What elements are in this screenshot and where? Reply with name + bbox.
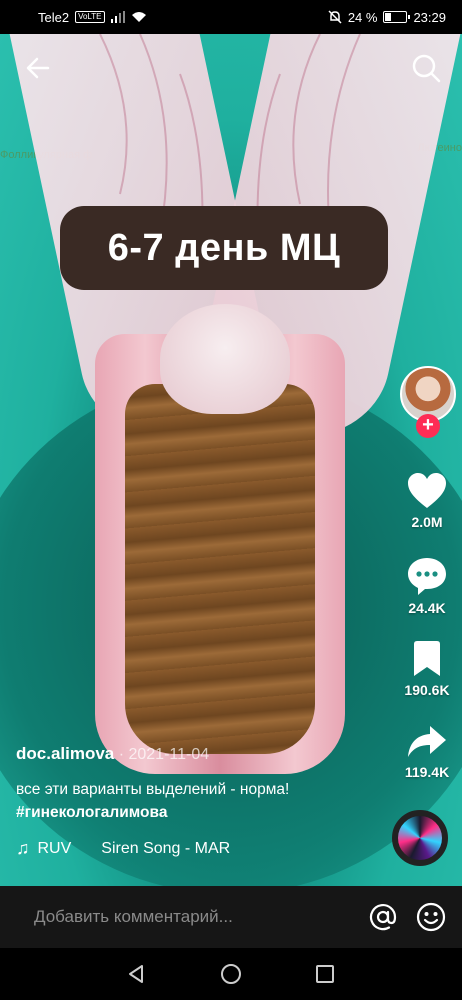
music-disc[interactable]	[392, 810, 448, 866]
save-count: 190.6K	[404, 682, 450, 698]
carrier-name: Tele2	[38, 9, 70, 25]
anatomy-cervix	[160, 304, 290, 414]
mention-button[interactable]	[368, 902, 398, 932]
share-count: 119.4K	[404, 764, 450, 780]
comment-icon	[408, 558, 446, 595]
arrow-left-icon	[26, 57, 50, 79]
volte-badge: VoLTE	[75, 11, 105, 23]
battery-fill	[385, 13, 391, 21]
comment-count: 24.4K	[408, 600, 446, 616]
wifi-icon	[131, 12, 146, 22]
hashtag-link[interactable]: #гинекологалимова	[16, 804, 167, 821]
post-date: 2021-11-04	[128, 746, 210, 763]
save-button[interactable]: 190.6K	[392, 640, 462, 698]
music-title: Siren Song - MAR	[101, 839, 231, 857]
clock: 23:29	[413, 9, 446, 25]
anatomy-discharge	[125, 384, 315, 754]
video-caption: 6-7 день МЦ	[107, 226, 341, 269]
comment-input[interactable]: Добавить комментарий...	[34, 907, 350, 927]
smiley-icon	[416, 902, 446, 932]
description-text: все эти варианты выделений - норма!	[16, 781, 290, 798]
separator-dot: ·	[114, 746, 129, 763]
search-icon	[412, 54, 441, 83]
like-count: 2.0M	[411, 514, 443, 530]
share-arrow-icon	[408, 726, 446, 757]
author-line: doc.alimova · 2021-11-04	[16, 744, 376, 764]
post-info: doc.alimova · 2021-11-04 все эти вариант…	[16, 744, 376, 859]
emoji-button[interactable]	[416, 902, 446, 932]
status-bar: Tele2 VoLTE 24 % 23:29	[0, 0, 462, 34]
share-button[interactable]: 119.4K	[392, 724, 462, 780]
author-name[interactable]: doc.alimova	[16, 744, 114, 763]
comment-button[interactable]: 24.4K	[392, 556, 462, 616]
follow-button[interactable]: +	[416, 414, 440, 438]
comment-bar[interactable]: Добавить комментарий...	[0, 886, 462, 948]
back-triangle-icon[interactable]	[127, 964, 147, 984]
bookmark-icon	[414, 641, 440, 676]
back-button[interactable]	[20, 50, 56, 86]
mute-icon	[328, 10, 342, 24]
battery-icon	[383, 11, 411, 23]
video-caption-box: 6-7 день МЦ	[60, 206, 388, 290]
status-right: 24 % 23:29	[328, 10, 446, 25]
status-left: Tele2 VoLTE	[38, 10, 147, 25]
search-button[interactable]	[408, 50, 444, 86]
post-description: все эти варианты выделений - норма! #гин…	[16, 778, 376, 824]
battery-percent: 24 %	[347, 9, 378, 25]
like-button[interactable]: 2.0M	[392, 472, 462, 530]
music-artist: RUV	[37, 839, 72, 857]
system-nav-bar	[0, 948, 462, 1000]
music-row[interactable]: ♫ RUV Siren Song - MAR	[16, 838, 376, 859]
at-sign-icon	[369, 904, 397, 931]
music-note-icon: ♫	[16, 838, 30, 858]
signal-icon	[110, 11, 125, 23]
recents-square-icon[interactable]	[315, 964, 335, 984]
heart-icon	[408, 473, 446, 508]
home-circle-icon[interactable]	[220, 963, 242, 985]
